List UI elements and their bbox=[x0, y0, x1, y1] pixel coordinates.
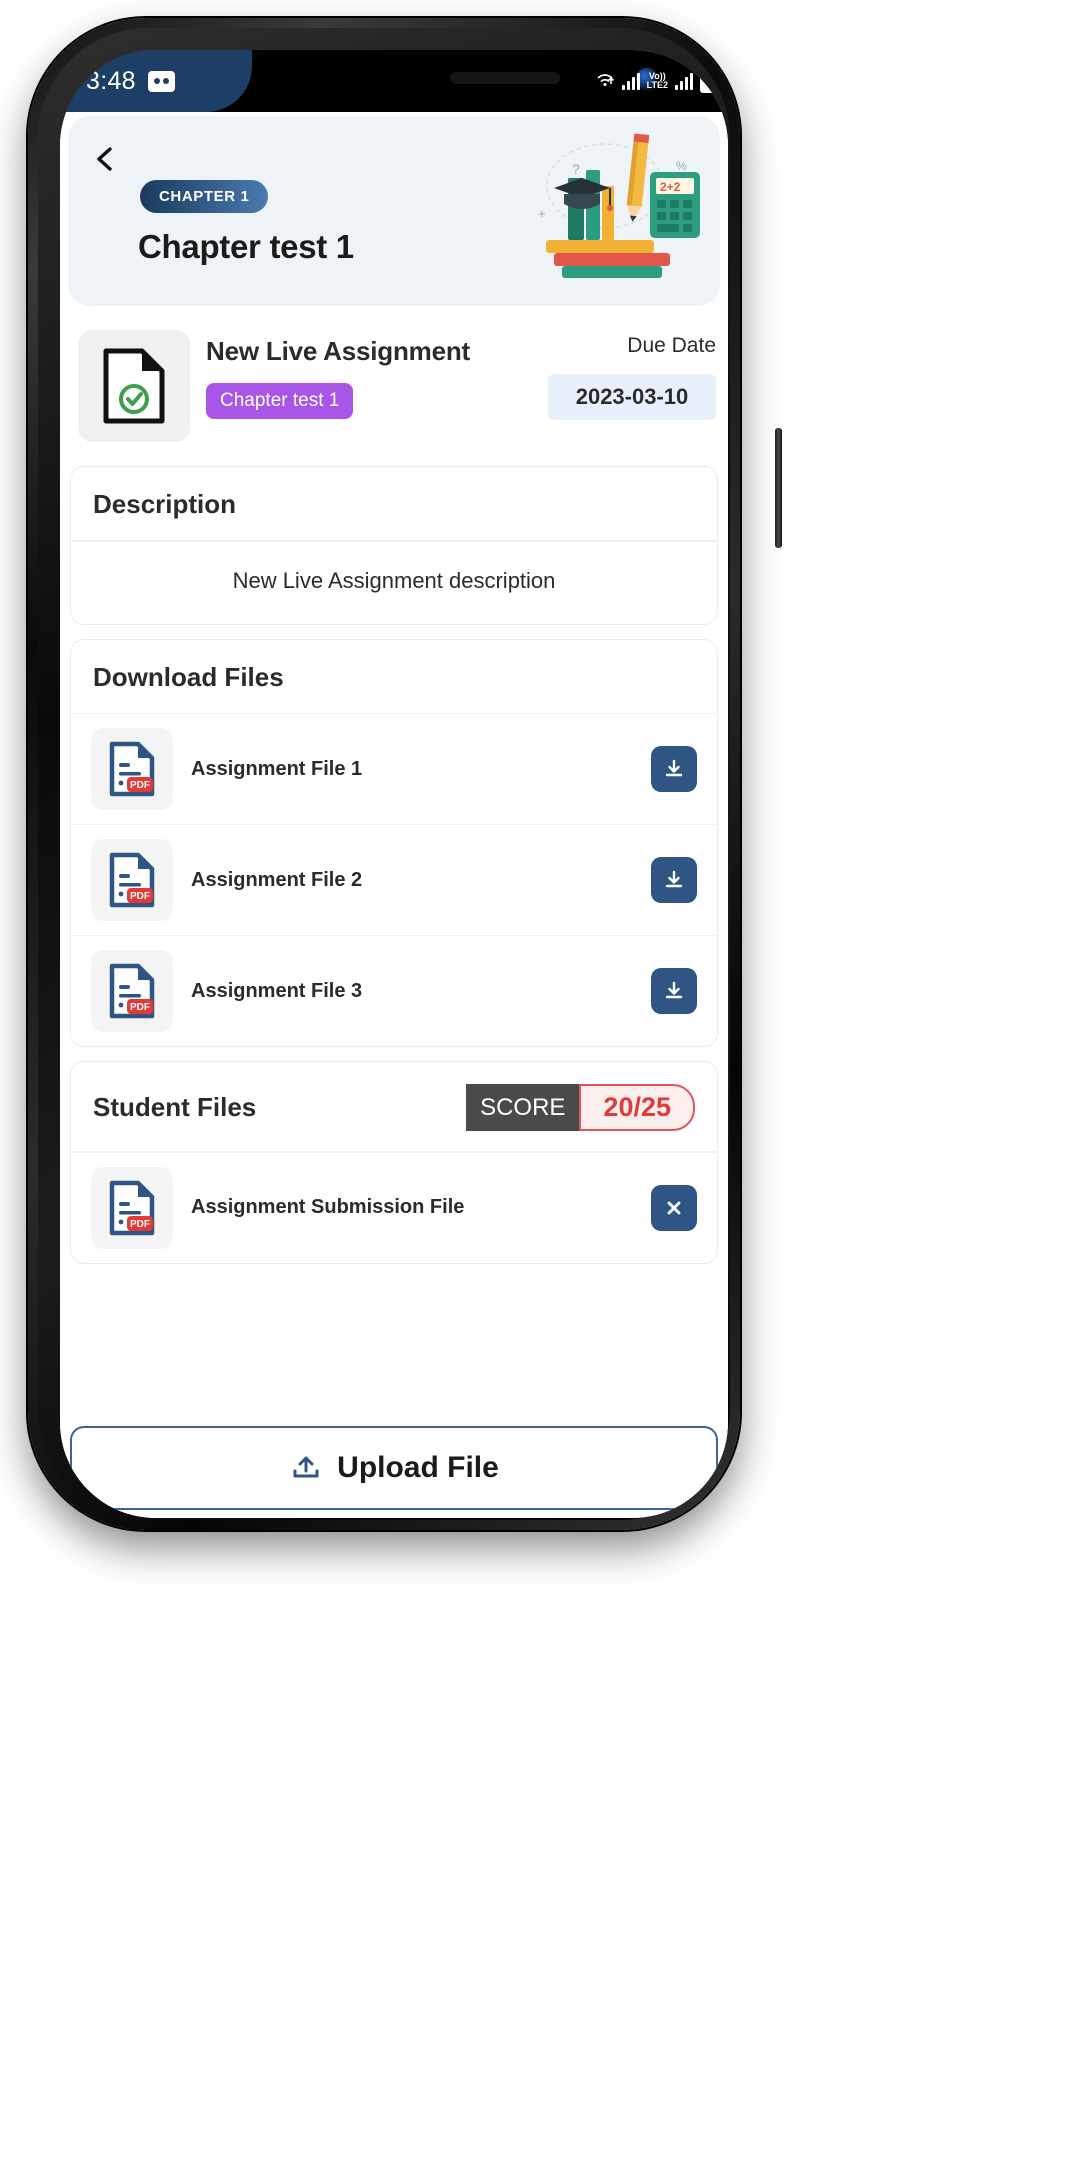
download-icon[interactable] bbox=[651, 857, 697, 903]
back-chevron-icon[interactable] bbox=[90, 144, 120, 174]
assignment-summary: New Live Assignment Chapter test 1 Due D… bbox=[60, 306, 728, 452]
pdf-file-icon: PDF bbox=[91, 839, 173, 921]
description-body: New Live Assignment description bbox=[71, 542, 717, 624]
assignment-title: New Live Assignment bbox=[206, 336, 470, 366]
phone-frame-outer: 3:48 Vo)) LTE2 CHAPTER 1 Chapter test 1 … bbox=[28, 18, 782, 1530]
pdf-file-icon: PDF bbox=[91, 1166, 173, 1249]
education-supplies-illustration: ? + % = bbox=[510, 126, 710, 286]
app-viewport: 3:48 Vo)) LTE2 CHAPTER 1 Chapter test 1 … bbox=[60, 50, 728, 1518]
score-badge: SCORE 20/25 bbox=[466, 1084, 695, 1131]
student-files-header: Student Files SCORE 20/25 bbox=[71, 1062, 717, 1151]
status-time: 3:48 bbox=[86, 66, 136, 95]
score-value: 20/25 bbox=[579, 1084, 695, 1131]
description-text: New Live Assignment description bbox=[232, 567, 556, 593]
download-file-row[interactable]: PDF Assignment File 1 bbox=[71, 714, 717, 825]
assignment-tag-badge: Chapter test 1 bbox=[206, 383, 354, 419]
description-card: Description New Live Assignment descript… bbox=[70, 466, 718, 625]
status-bar-right: Vo)) LTE2 bbox=[595, 50, 714, 112]
voicemail-icon bbox=[147, 70, 175, 92]
pdf-file-icon: PDF bbox=[91, 950, 173, 1032]
download-file-name: Assignment File 2 bbox=[191, 868, 363, 891]
chapter-badge: CHAPTER 1 bbox=[140, 180, 269, 213]
volte-indicator: Vo)) LTE2 bbox=[647, 72, 668, 90]
app-content: CHAPTER 1 Chapter test 1 ? + % = bbox=[60, 112, 728, 1518]
volte-line-2: LTE2 bbox=[646, 80, 668, 90]
svg-text:PDF: PDF bbox=[130, 1002, 150, 1013]
svg-text:%: % bbox=[676, 159, 687, 173]
upload-icon bbox=[289, 1449, 323, 1488]
svg-text:2+2: 2+2 bbox=[660, 180, 681, 194]
earpiece-speaker bbox=[450, 72, 560, 84]
download-files-card: Download Files PDF Assignment File 1 PDF… bbox=[70, 638, 718, 1047]
student-file-row[interactable]: PDF Assignment Submission File bbox=[71, 1153, 717, 1263]
phone-frame-inner: 3:48 Vo)) LTE2 CHAPTER 1 Chapter test 1 … bbox=[38, 28, 782, 1520]
download-file-name: Assignment File 1 bbox=[191, 757, 363, 780]
download-file-row[interactable]: PDF Assignment File 3 bbox=[71, 936, 717, 1046]
signal-bars-sim1-icon bbox=[621, 72, 640, 90]
upload-file-button[interactable]: Upload File bbox=[70, 1426, 718, 1510]
phone-screen: 3:48 Vo)) LTE2 CHAPTER 1 Chapter test 1 … bbox=[60, 50, 728, 1518]
screenshot-stage: 3:48 Vo)) LTE2 CHAPTER 1 Chapter test 1 … bbox=[0, 0, 1080, 2162]
description-heading: Description bbox=[93, 489, 237, 519]
download-files-heading: Download Files bbox=[93, 661, 284, 692]
student-files-card: Student Files SCORE 20/25 PDF Assignment… bbox=[70, 1061, 718, 1264]
hero-header: CHAPTER 1 Chapter test 1 ? + % = bbox=[68, 116, 720, 306]
document-verified-icon bbox=[78, 330, 190, 442]
download-file-name: Assignment File 3 bbox=[191, 979, 363, 1002]
due-date-block: Due Date 2023-03-10 bbox=[548, 330, 716, 420]
student-files-heading: Student Files bbox=[93, 1092, 257, 1122]
svg-text:PDF: PDF bbox=[130, 1219, 150, 1230]
score-label: SCORE bbox=[466, 1084, 580, 1131]
battery-icon bbox=[700, 66, 714, 93]
svg-text:PDF: PDF bbox=[130, 780, 150, 791]
status-bar-left: 3:48 bbox=[60, 50, 252, 112]
due-date-label: Due Date bbox=[627, 334, 716, 357]
student-file-name: Assignment Submission File bbox=[191, 1196, 465, 1218]
signal-bars-sim2-icon bbox=[675, 72, 693, 90]
phone-notch bbox=[244, 50, 658, 112]
status-bar: 3:48 Vo)) LTE2 bbox=[60, 50, 728, 112]
svg-text:PDF: PDF bbox=[130, 891, 150, 902]
page-title: Chapter test 1 bbox=[138, 228, 354, 265]
download-icon[interactable] bbox=[651, 968, 697, 1014]
svg-text:+: + bbox=[538, 206, 546, 221]
download-icon[interactable] bbox=[651, 746, 697, 792]
pdf-file-icon: PDF bbox=[91, 728, 173, 810]
remove-icon[interactable] bbox=[651, 1184, 697, 1231]
download-file-row[interactable]: PDF Assignment File 2 bbox=[71, 825, 717, 936]
phone-power-button[interactable] bbox=[775, 428, 782, 548]
upload-file-label: Upload File bbox=[337, 1451, 499, 1484]
assignment-details: New Live Assignment Chapter test 1 bbox=[206, 330, 532, 419]
svg-text:?: ? bbox=[572, 161, 580, 177]
wifi-upload-icon bbox=[595, 69, 615, 91]
due-date-value: 2023-03-10 bbox=[548, 374, 716, 420]
